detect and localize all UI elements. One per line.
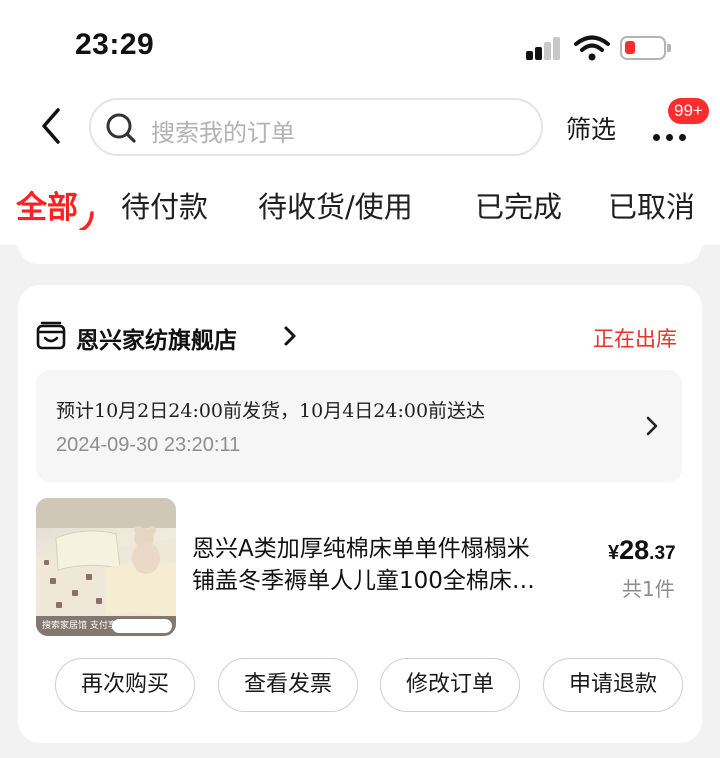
status-time: 23:29 xyxy=(75,28,155,61)
buy-again-button[interactable]: 再次购买 xyxy=(55,658,195,712)
product-title-line1: 恩兴A类加厚纯棉床单单件榻榻米 xyxy=(192,536,530,562)
search-placeholder: 搜索我的订单 xyxy=(151,119,295,147)
shipping-info[interactable]: 预计10月2日24:00前发货，10月4日24:00前送达 2024-09-30… xyxy=(36,370,682,482)
product-photo xyxy=(36,498,176,636)
order-timestamp: 2024-09-30 23:20:11 xyxy=(56,434,241,456)
battery-icon xyxy=(620,36,671,60)
shop-name[interactable]: 恩兴家纺旗舰店 xyxy=(76,321,237,355)
product-quantity: 共1件 xyxy=(622,577,675,601)
price-decimal: .37 xyxy=(649,543,676,564)
order-status: 正在出库 xyxy=(593,327,677,351)
price-integer: 28 xyxy=(619,535,650,565)
image-caption: 搜索家居馆 支付享5折 xyxy=(42,621,132,631)
shipping-estimate: 预计10月2日24:00前发货，10月4日24:00前送达 xyxy=(56,400,486,422)
back-button[interactable] xyxy=(32,104,72,148)
previous-order-card xyxy=(18,230,702,264)
status-icons xyxy=(524,34,674,62)
product-price: ¥28.37 xyxy=(608,535,676,566)
search-input[interactable]: 搜索我的订单 xyxy=(89,98,543,156)
filter-button[interactable]: 筛选 xyxy=(566,110,616,146)
store-icon xyxy=(36,321,66,350)
product-image[interactable]: 搜索家居馆 支付享5折 xyxy=(36,498,176,636)
tab-cancelled[interactable]: 已取消 xyxy=(608,184,695,226)
notification-badge: 99+ xyxy=(668,98,709,124)
order-card: 恩兴家纺旗舰店 正在出库 预计10月2日24:00前发货，10月4日24:00前… xyxy=(18,285,702,743)
tab-completed[interactable]: 已完成 xyxy=(475,184,562,226)
more-icon xyxy=(653,126,692,145)
product-title-line2: 铺盖冬季褥单人儿童100全棉床… xyxy=(192,568,535,594)
shop-header[interactable]: 恩兴家纺旗舰店 xyxy=(36,319,676,355)
price-symbol: ¥ xyxy=(608,542,620,564)
signal-icon xyxy=(524,34,564,62)
tab-all[interactable]: 全部 xyxy=(16,182,78,227)
tab-pending-receipt[interactable]: 待收货/使用 xyxy=(258,184,413,226)
chevron-right-icon xyxy=(646,416,658,436)
modify-order-button[interactable]: 修改订单 xyxy=(380,658,520,712)
search-icon xyxy=(106,113,136,143)
view-invoice-button[interactable]: 查看发票 xyxy=(218,658,358,712)
tab-pending-payment[interactable]: 待付款 xyxy=(121,184,208,226)
chevron-right-icon xyxy=(284,326,296,346)
product-title[interactable]: 恩兴A类加厚纯棉床单单件榻榻米 铺盖冬季褥单人儿童100全棉床… xyxy=(192,533,592,597)
request-refund-button[interactable]: 申请退款 xyxy=(543,658,683,712)
wifi-icon xyxy=(574,35,610,61)
